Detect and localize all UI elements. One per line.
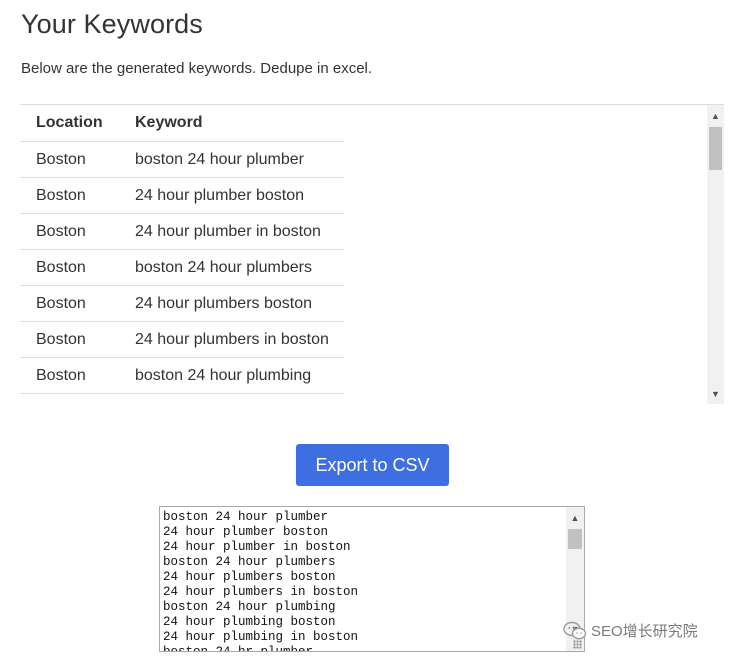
cell-keyword: 24 hour plumbers in boston (118, 321, 344, 358)
chevron-down-icon[interactable]: ▼ (707, 385, 724, 402)
cell-keyword: boston 24 hour plumber (118, 141, 344, 178)
cell-keyword: boston 24 hour plumbing (118, 357, 344, 394)
table-row: Boston boston 24 hour plumbing (20, 357, 344, 394)
cell-location: Boston (20, 141, 118, 178)
keywords-table: Location Keyword Boston boston 24 hour p… (20, 105, 344, 394)
table-row: Boston 24 hour plumbers boston (20, 285, 344, 322)
textarea-scrollbar-thumb[interactable] (568, 529, 582, 549)
table-scrollbar-thumb[interactable] (709, 127, 722, 170)
csv-output-text[interactable]: boston 24 hour plumber 24 hour plumber b… (160, 507, 584, 651)
cell-keyword: 24 hour plumbers boston (118, 285, 344, 322)
chevron-up-icon[interactable]: ▲ (707, 107, 724, 124)
table-row: Boston 24 hour plumbers in boston (20, 321, 344, 358)
page-subtitle: Below are the generated keywords. Dedupe… (21, 60, 373, 77)
cell-location: Boston (20, 213, 118, 250)
cell-location: Boston (20, 321, 118, 358)
cell-location: Boston (20, 285, 118, 322)
column-header-location: Location (20, 105, 118, 142)
export-csv-button[interactable]: Export to CSV (296, 444, 449, 486)
cell-location: Boston (20, 357, 118, 394)
table-row: Boston 24 hour plumber boston (20, 177, 344, 214)
table-header-row: Location Keyword (20, 105, 344, 142)
table-row: Boston 24 hour plumber in boston (20, 213, 344, 250)
cell-keyword: 24 hour plumber in boston (118, 213, 344, 250)
cell-location: Boston (20, 249, 118, 286)
table-row: Boston boston 24 hour plumbers (20, 249, 344, 286)
column-header-keyword: Keyword (118, 105, 344, 142)
cell-location: Boston (20, 177, 118, 214)
cell-keyword: 24 hour plumber boston (118, 177, 344, 214)
wechat-logo-icon (563, 621, 587, 639)
csv-output-textarea[interactable]: boston 24 hour plumber 24 hour plumber b… (159, 506, 585, 652)
table-scrollbar[interactable]: ▲ ▼ (707, 105, 724, 404)
page-title: Your Keywords (21, 9, 203, 39)
chevron-up-icon[interactable]: ▲ (566, 509, 584, 526)
keywords-table-panel: Location Keyword Boston boston 24 hour p… (20, 104, 724, 404)
cell-keyword: boston 24 hour plumbers (118, 249, 344, 286)
watermark: SEO增长研究院 (563, 620, 698, 641)
resize-grip-icon[interactable] (573, 640, 582, 649)
table-row: Boston boston 24 hour plumber (20, 141, 344, 178)
watermark-text: SEO增长研究院 (591, 623, 698, 640)
